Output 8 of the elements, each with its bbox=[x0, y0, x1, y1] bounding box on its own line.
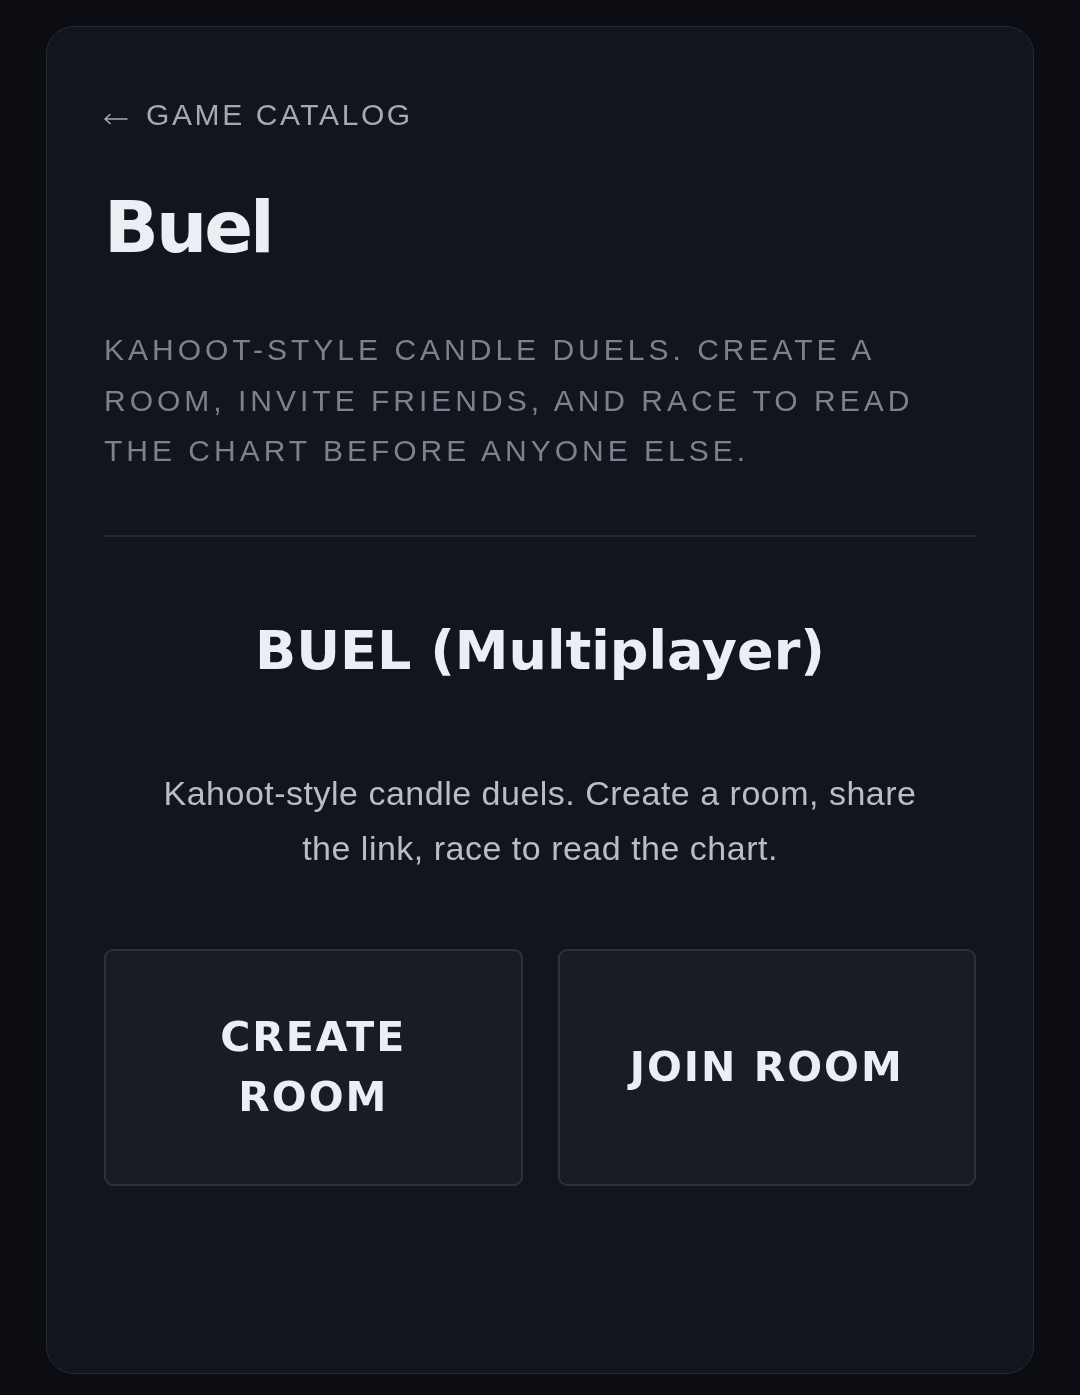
mode-description: Kahoot-style candle duels. Create a room, share the link, race to read the chart. bbox=[162, 772, 918, 869]
game-title: Buel bbox=[104, 191, 272, 263]
back-link[interactable]: GAME CATALOG bbox=[104, 95, 413, 135]
room-button[interactable]: CREATE ROOM bbox=[104, 948, 523, 1186]
mode-heading: BUEL (Multiplayer) bbox=[255, 623, 825, 678]
room-button[interactable]: JOIN ROOM bbox=[557, 948, 976, 1186]
arrow-left-icon bbox=[104, 113, 128, 125]
game-tagline: KAHOOT-STYLE CANDLE DUELS. CREATE A ROOM, INVITE FRIENDS, AND RACE TO READ THE CHART BEFORE ANYONE ELSE. bbox=[104, 332, 915, 469]
